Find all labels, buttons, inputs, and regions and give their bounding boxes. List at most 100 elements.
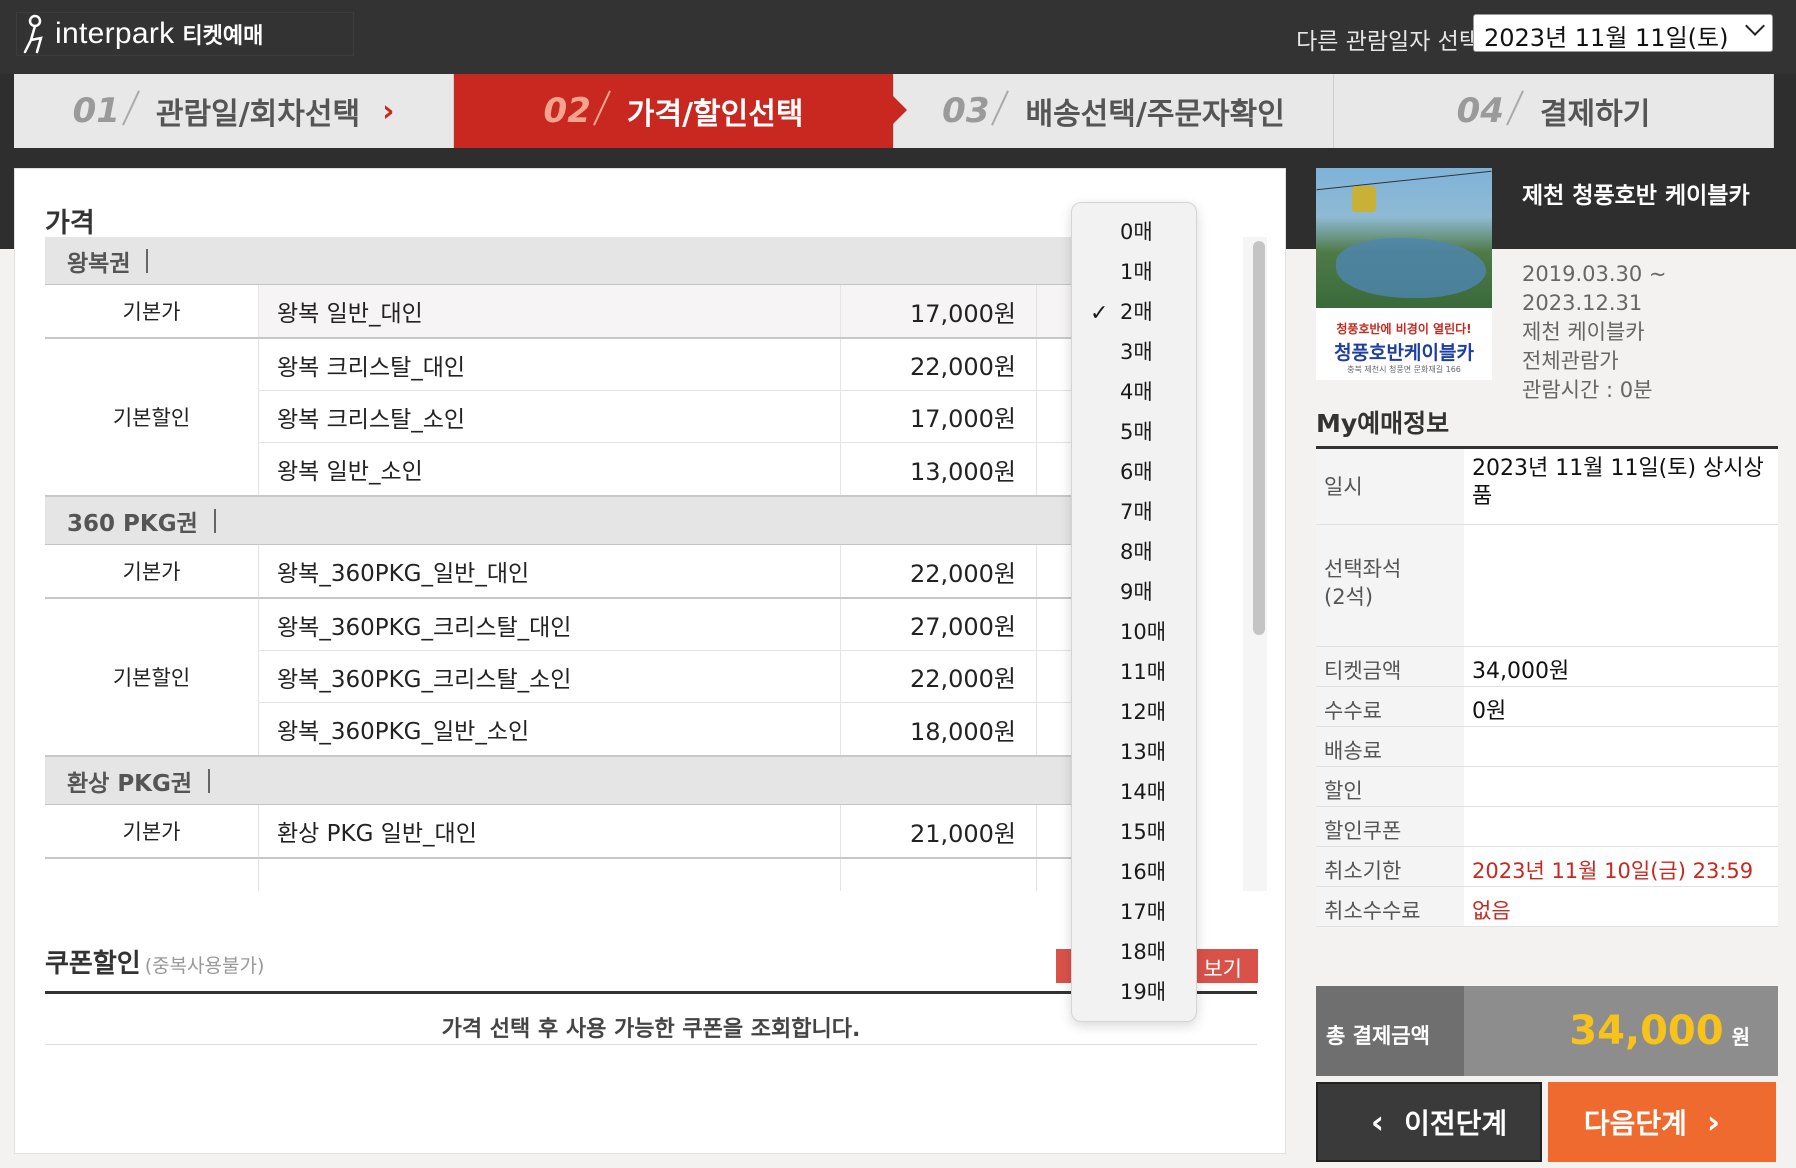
step-1[interactable]: 01 관람일/회차선택 › [14, 74, 454, 148]
booking-value: 2023년 11월 10일(금) 23:59 [1464, 847, 1778, 886]
price-block: 기본가 환상 PKG 일반_대인 21,000원 [45, 805, 1097, 859]
booking-key: 선택좌석 (2석) [1316, 525, 1464, 646]
date-select-value: 2023년 11월 11일(토) [1484, 24, 1729, 52]
booking-key: 취소수수료 [1316, 887, 1464, 926]
group-name: 360 PKG권 [67, 510, 198, 537]
option-label: 7매 [1120, 500, 1153, 524]
scrollbar-thumb[interactable] [1253, 241, 1265, 635]
ticket-price: 22,000원 [841, 339, 1037, 390]
quantity-dropdown[interactable]: 0매 1매 ✓ 2매 3매 4매 5매 6매 7매 8매 9매 10매 11매 1… [1071, 202, 1197, 1022]
ticket-name: 왕복_360PKG_일반_소인 [259, 703, 841, 755]
booking-row-cancel-fee: 취소수수료 없음 [1316, 887, 1778, 927]
option-label: 6매 [1120, 460, 1153, 484]
date-select[interactable]: 2023년 11월 11일(토) [1473, 14, 1773, 52]
price-row-partial [259, 859, 1097, 891]
booking-key: 수수료 [1316, 687, 1464, 726]
quantity-option[interactable]: 11매 [1072, 657, 1196, 697]
checkmark-icon: ✓ [1090, 301, 1109, 326]
option-label: 18매 [1120, 940, 1167, 964]
next-step-button[interactable]: 다음단계 › [1548, 1082, 1776, 1162]
quantity-option[interactable]: 1매 [1072, 257, 1196, 297]
top-bar: interpark 티켓예매 다른 관람일자 선택 2023년 11월 11일(… [0, 0, 1796, 74]
option-label: 9매 [1120, 580, 1153, 604]
logo-subtitle: 티켓예매 [182, 24, 264, 49]
quantity-option[interactable]: 18매 [1072, 937, 1196, 977]
quantity-option[interactable]: 8매 [1072, 537, 1196, 577]
poster-tagline: 청풍호반에 비경이 열린다! [1336, 322, 1472, 336]
booking-row-datetime: 일시 2023년 11월 11일(토) 상시상품 [1316, 449, 1778, 525]
my-booking-table: 일시 2023년 11월 11일(토) 상시상품 선택좌석 (2석) 티켓금액 … [1316, 449, 1778, 927]
quantity-option[interactable]: 15매 [1072, 817, 1196, 857]
booking-key: 배송료 [1316, 727, 1464, 766]
price-block: 기본가 왕복_360PKG_일반_대인 22,000원 [45, 545, 1097, 599]
total-label: 총 결제금액 [1316, 986, 1464, 1076]
option-label: 12매 [1120, 700, 1167, 724]
interpark-logo[interactable]: interpark 티켓예매 [16, 12, 354, 56]
step-4[interactable]: 04 결제하기 [1334, 74, 1774, 148]
chevron-right-icon: › [382, 93, 395, 129]
price-table[interactable]: 왕복권 기본가 왕복 일반_대인 17,000원 기본할인 왕복 크리스탈_대인… [45, 237, 1097, 891]
ticket-name: 왕복_360PKG_일반_대인 [259, 545, 841, 597]
ticket-name: 왕복_360PKG_크리스탈_소인 [259, 651, 841, 702]
option-label: 1매 [1120, 260, 1153, 284]
quantity-option[interactable]: 19매 [1072, 977, 1196, 1017]
price-group-header: 왕복권 [45, 237, 1097, 285]
price-row: 왕복 일반_소인 13,000원 [259, 443, 1097, 495]
next-step-label: 다음단계 [1583, 1107, 1687, 1140]
total-payment: 총 결제금액 34,000 원 [1316, 986, 1778, 1076]
price-category-partial [45, 859, 259, 891]
step-label: 배송선택/주문자확인 [1025, 97, 1285, 132]
product-period-end: 2023.12.31 [1522, 291, 1643, 315]
option-label: 8매 [1120, 540, 1153, 564]
ticket-price-partial [841, 859, 1037, 891]
product-runtime: 관람시간 : 0분 [1522, 378, 1653, 402]
product-period-start: 2019.03.30 ~ [1522, 262, 1667, 286]
ticket-name: 왕복 일반_소인 [259, 443, 841, 495]
ticket-price: 13,000원 [841, 443, 1037, 495]
price-row: 왕복_360PKG_일반_소인 18,000원 [259, 703, 1097, 755]
quantity-option[interactable]: 0매 [1072, 217, 1196, 257]
price-category: 기본가 [45, 545, 259, 597]
cable-car-icon [1352, 186, 1376, 212]
quantity-option[interactable]: 10매 [1072, 617, 1196, 657]
booking-key: 티켓금액 [1316, 647, 1464, 686]
quantity-option[interactable]: 17매 [1072, 897, 1196, 937]
quantity-option[interactable]: 5매 [1072, 417, 1196, 457]
ticket-price: 22,000원 [841, 651, 1037, 702]
step-label: 가격/할인선택 [626, 97, 804, 132]
option-label: 14매 [1120, 780, 1167, 804]
ticket-price: 27,000원 [841, 599, 1037, 650]
quantity-option[interactable]: 16매 [1072, 857, 1196, 897]
quantity-option[interactable]: 14매 [1072, 777, 1196, 817]
product-title: 제천 청풍호반 케이블카 [1522, 183, 1750, 209]
chevron-right-icon: › [1706, 1103, 1721, 1141]
booking-row-fee: 수수료 0원 [1316, 687, 1778, 727]
divider [146, 248, 149, 273]
quantity-option[interactable]: 4매 [1072, 377, 1196, 417]
ticket-price: 18,000원 [841, 703, 1037, 755]
ticket-name: 환상 PKG 일반_대인 [259, 805, 841, 857]
quantity-option[interactable]: 3매 [1072, 337, 1196, 377]
booking-value [1464, 767, 1778, 806]
booking-key: 할인 [1316, 767, 1464, 806]
quantity-option[interactable]: 9매 [1072, 577, 1196, 617]
prev-step-button[interactable]: ‹ 이전단계 [1316, 1082, 1542, 1162]
booking-sidebar: 청풍호반에 비경이 열린다! 청풍호반케이블카 충북 제천시 청풍면 문화재길 … [1316, 168, 1778, 1162]
total-amount: 34,000 [1569, 1008, 1724, 1054]
product-info: 2019.03.30 ~ 2023.12.31 제천 케이블카 전체관람가 관람… [1522, 260, 1667, 405]
ticket-name: 왕복_360PKG_크리스탈_대인 [259, 599, 841, 650]
booking-value [1464, 727, 1778, 766]
quantity-option-selected[interactable]: ✓ 2매 [1072, 297, 1196, 337]
quantity-option[interactable]: 12매 [1072, 697, 1196, 737]
quantity-option[interactable]: 13매 [1072, 737, 1196, 777]
ticket-name: 왕복 일반_대인 [259, 285, 841, 337]
step-2-active[interactable]: 02 가격/할인선택 [454, 74, 907, 148]
prev-step-label: 이전단계 [1404, 1107, 1508, 1140]
coupon-title-text: 쿠폰할인 [45, 949, 141, 979]
quantity-option[interactable]: 6매 [1072, 457, 1196, 497]
option-label: 2매 [1120, 300, 1153, 324]
option-label: 10매 [1120, 620, 1167, 644]
step-3[interactable]: 03 배송선택/주문자확인 [894, 74, 1334, 148]
option-label: 17매 [1120, 900, 1167, 924]
quantity-option[interactable]: 7매 [1072, 497, 1196, 537]
